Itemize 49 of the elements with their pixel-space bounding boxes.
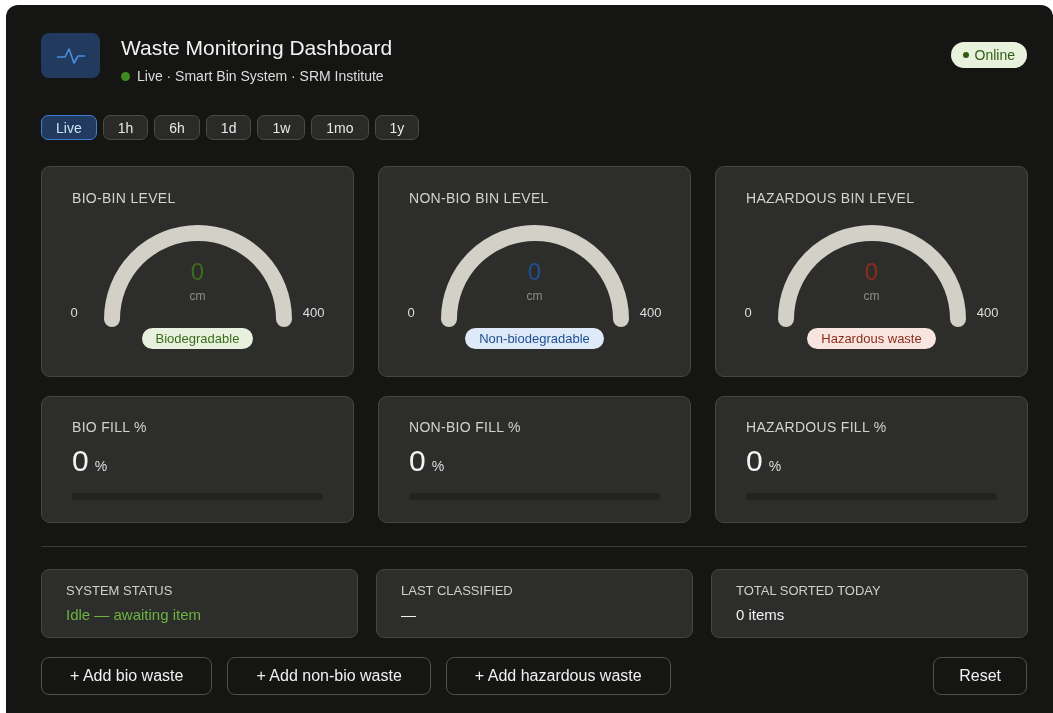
stat-value: Idle — awaiting item (66, 606, 203, 623)
time-range-tab[interactable]: 1w (257, 115, 306, 140)
fill-value: 0 (746, 444, 763, 478)
card-title: HAZARDOUS BIN LEVEL (746, 190, 915, 206)
gauge-unit: cm (188, 289, 207, 303)
gauge-value: 0 (526, 260, 543, 284)
card-title: BIO FILL % (72, 419, 148, 435)
reset-button[interactable]: Reset (933, 657, 1027, 695)
card-title: HAZARDOUS FILL % (746, 419, 888, 435)
category-tag: Biodegradable (141, 328, 254, 349)
gauge-min: 0 (407, 305, 415, 320)
stat-value: — (401, 606, 417, 623)
fill-unit: % (431, 458, 445, 474)
gauge-max: 400 (302, 305, 325, 320)
card-title: NON-BIO BIN LEVEL (409, 190, 549, 206)
time-range-tab[interactable]: Live (41, 115, 97, 140)
gauge-max: 400 (639, 305, 662, 320)
stat-title: SYSTEM STATUS (66, 583, 174, 598)
gauge-max: 400 (976, 305, 999, 320)
time-range-tab[interactable]: 1d (205, 115, 252, 140)
stat-title: TOTAL SORTED TODAY (736, 583, 882, 598)
card-title: NON-BIO FILL % (409, 419, 522, 435)
fill-value: 0 (409, 444, 426, 478)
fill-unit: % (768, 458, 782, 474)
time-range-tab[interactable]: 6h (154, 115, 200, 140)
fill-value: 0 (72, 444, 89, 478)
dashboard-title: Waste Monitoring Dashboard (121, 36, 394, 60)
add-waste-button[interactable]: + Add non-bio waste (227, 657, 431, 695)
fill-unit: % (94, 458, 108, 474)
category-tag: Non-biodegradable (465, 328, 604, 349)
pulse-icon (55, 45, 86, 66)
time-range-tab[interactable]: 1h (102, 115, 149, 140)
category-tag: Hazardous waste (807, 328, 936, 349)
stat-value: 0 items (736, 606, 786, 623)
gauge-unit: cm (525, 289, 544, 303)
time-range-tab[interactable]: 1y (374, 115, 420, 140)
gauge-value: 0 (189, 260, 206, 284)
gauge-unit: cm (862, 289, 881, 303)
stat-title: LAST CLASSIFIED (401, 583, 514, 598)
add-waste-button[interactable]: + Add hazardous waste (445, 657, 671, 695)
gauge-value: 0 (863, 260, 880, 284)
time-range-tab[interactable]: 1mo (311, 115, 369, 140)
gauge-min: 0 (744, 305, 752, 320)
gauge-min: 0 (70, 305, 78, 320)
card-title: BIO-BIN LEVEL (72, 190, 176, 206)
live-dot-icon (121, 71, 130, 81)
add-waste-button[interactable]: + Add bio waste (41, 657, 213, 695)
dashboard-subtitle: Live · Smart Bin System · SRM Institute (137, 68, 384, 84)
status-badge: Online (950, 42, 1027, 68)
